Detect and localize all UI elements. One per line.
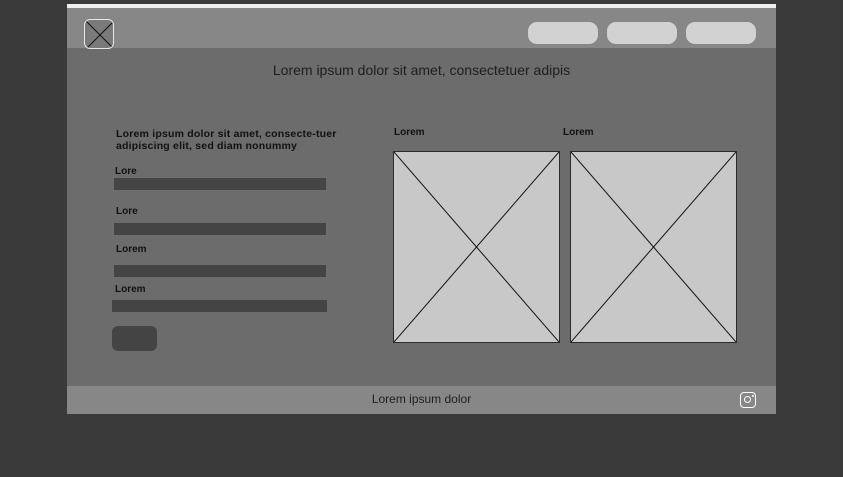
form-input-2[interactable] [114, 223, 326, 235]
page-frame: Lorem ipsum dolor sit amet, consectetuer… [67, 4, 776, 414]
form-title: Lorem ipsum dolor sit amet, consecte-tue… [116, 128, 337, 152]
form-input-1[interactable] [114, 178, 326, 190]
footer-text: Lorem ipsum dolor [371, 392, 472, 406]
form-input-3[interactable] [114, 265, 326, 277]
form-input-4[interactable] [112, 300, 327, 312]
footer-bar: Lorem ipsum dolor [67, 386, 776, 414]
image-placeholder-icon [393, 151, 560, 343]
image-placeholder-icon [570, 151, 737, 343]
nav-button-3[interactable] [686, 22, 756, 44]
logo-placeholder-x-icon[interactable] [84, 19, 114, 49]
nav-button-2[interactable] [607, 22, 677, 44]
field-label-3: Lorem [116, 244, 147, 255]
instagram-lens [744, 396, 751, 403]
header-bar [67, 8, 776, 49]
instagram-icon[interactable] [740, 392, 756, 408]
nav-button-1[interactable] [528, 22, 598, 44]
instagram-dot [751, 394, 754, 397]
gallery-label-2: Lorem [563, 127, 594, 138]
field-label-4: Lorem [115, 284, 146, 295]
submit-button[interactable] [112, 326, 157, 351]
field-label-1: Lore [115, 166, 137, 177]
gallery-label-1: Lorem [394, 127, 425, 138]
hero-heading: Lorem ipsum dolor sit amet, consectetuer… [272, 62, 571, 78]
field-label-2: Lore [116, 206, 138, 217]
